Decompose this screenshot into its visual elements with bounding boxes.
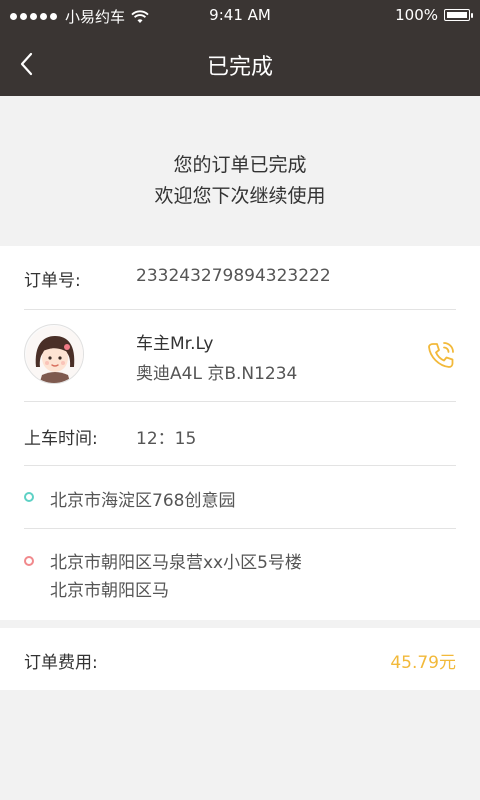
page-title: 已完成 <box>206 55 273 80</box>
fee-label: 订单费用: <box>24 653 98 673</box>
car-info: 奥迪A4L 京B.N1234 <box>136 364 298 384</box>
driver-avatar <box>24 324 84 384</box>
completion-line-1: 您的订单已完成 <box>173 154 307 176</box>
completion-line-2: 欢迎您下次继续使用 <box>154 185 326 207</box>
pickup-time-label: 上车时间: <box>24 429 98 449</box>
battery-percent: 100% <box>395 6 438 24</box>
top-header: 小易约车 9:41 AM 100% 已完成 <box>0 0 480 96</box>
status-bar: 小易约车 9:41 AM 100% <box>0 0 480 32</box>
divider <box>24 309 456 310</box>
status-right: 100% <box>395 6 473 24</box>
order-info-card: 订单号: 233243279894323222 车主Mr.Ly 奥迪A4L 京B… <box>0 246 480 620</box>
divider <box>24 528 456 529</box>
nav-bar: 已完成 <box>0 32 480 96</box>
fee-amount: 45.79元 <box>390 653 456 673</box>
battery-icon <box>444 9 473 21</box>
divider <box>24 401 456 402</box>
order-number-value: 233243279894323222 <box>136 266 331 286</box>
avatar-illustration-icon <box>26 326 83 383</box>
end-point-icon <box>24 556 34 566</box>
driver-name: 车主Mr.Ly <box>136 334 214 354</box>
divider <box>24 465 456 466</box>
start-address: 北京市海淀区768创意园 <box>50 491 236 511</box>
start-point-icon <box>24 492 34 502</box>
fee-card: 订单费用: 45.79元 <box>0 628 480 690</box>
phone-icon[interactable] <box>424 338 458 372</box>
end-address-line-2: 北京市朝阳区马 <box>50 581 169 601</box>
end-address-line-1: 北京市朝阳区马泉营xx小区5号楼 <box>50 553 302 573</box>
completion-message: 您的订单已完成 欢迎您下次继续使用 <box>0 150 480 212</box>
pickup-time-value: 12：15 <box>136 429 197 449</box>
order-number-label: 订单号: <box>24 271 81 291</box>
end-address: 北京市朝阳区马泉营xx小区5号楼 北京市朝阳区马 <box>50 549 302 605</box>
